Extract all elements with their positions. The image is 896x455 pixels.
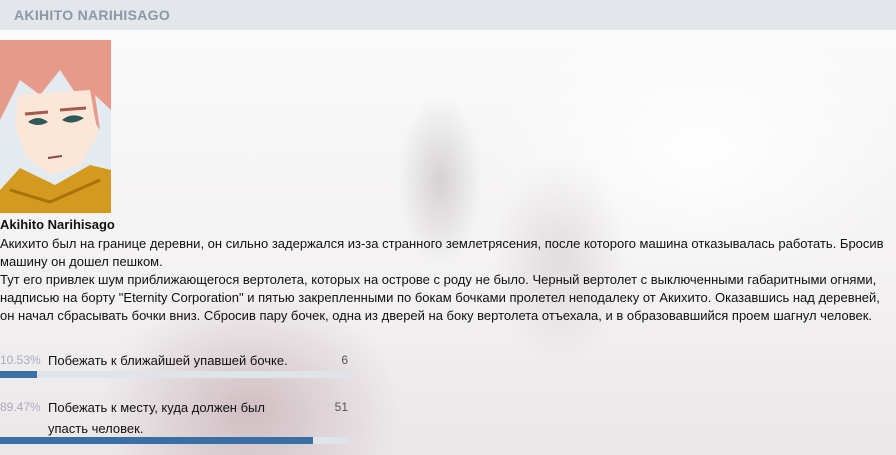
post-paragraph: Тут его привлек шум приближающегося верт… (0, 272, 880, 323)
poll-option[interactable]: 89.47% Побежать к месту, куда должен был… (0, 397, 350, 447)
topic-title: AKIHITO NARIHISAGO (14, 7, 171, 23)
topic-header: AKIHITO NARIHISAGO (0, 0, 896, 30)
poll-option-label: Побежать к месту, куда должен был упасть… (48, 400, 265, 436)
post-body: Акихито был на границе деревни, он сильн… (0, 235, 892, 325)
avatar (0, 40, 111, 213)
poll-option-label: Побежать к ближайшей упавшей бочке. (48, 353, 288, 368)
poll-option[interactable]: 10.53% Побежать к ближайшей упавшей бочк… (0, 350, 350, 380)
poll-option-bar (0, 437, 350, 444)
poll-option-bar-fill (0, 437, 314, 444)
poll-option-votes: 51 (334, 400, 348, 414)
poll-option-bar-fill (0, 371, 37, 378)
post-author: Akihito Narihisago (0, 217, 115, 232)
poll-option-percent: 89.47% (0, 400, 41, 414)
poll-option-bar (0, 371, 350, 378)
poll-option-votes: 6 (341, 353, 348, 367)
poll-option-percent: 10.53% (0, 353, 41, 367)
post-paragraph: Акихито был на границе деревни, он сильн… (0, 236, 884, 269)
